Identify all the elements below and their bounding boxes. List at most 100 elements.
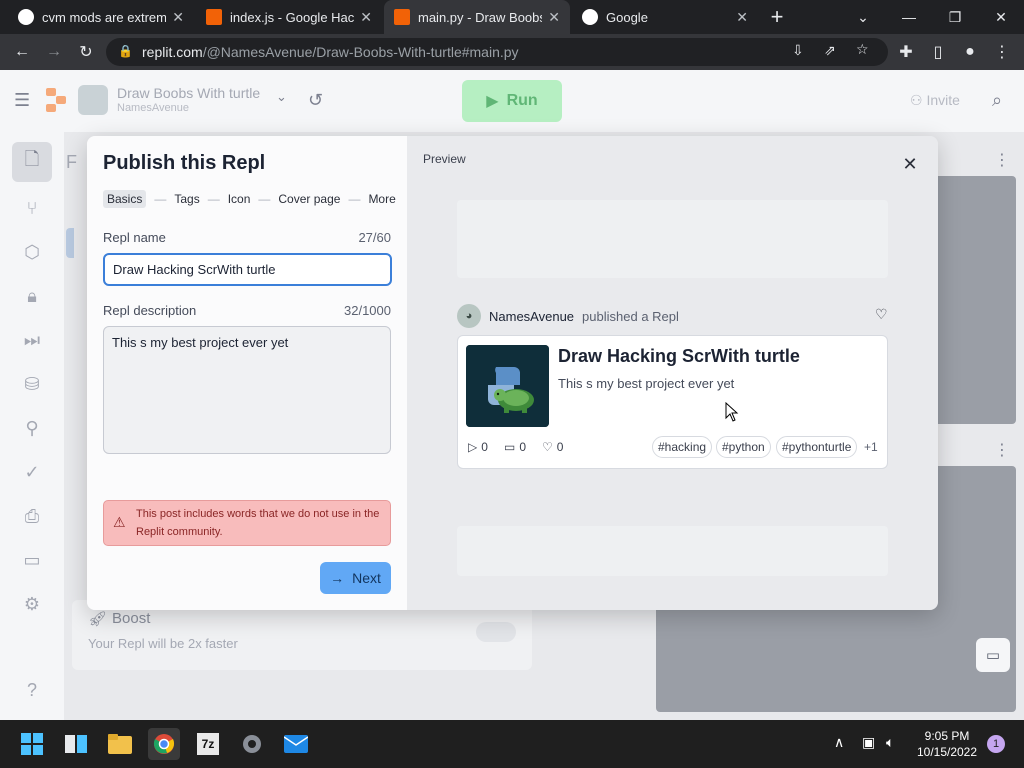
tag-chip[interactable]: #hacking <box>652 436 713 458</box>
7zip-icon[interactable]: 7z <box>192 728 224 760</box>
debugger-icon[interactable]: ⏭ <box>20 328 44 352</box>
side-panel-icon[interactable]: ▯ <box>926 40 950 64</box>
step-icon[interactable]: Icon <box>228 192 251 206</box>
next-label: Next <box>352 570 381 586</box>
settings-app-icon[interactable] <box>236 728 268 760</box>
repl-preview-card: Draw Hacking ScrWith turtle This s my be… <box>457 335 888 469</box>
packages-cube-icon[interactable]: ⬡ <box>20 240 44 264</box>
card-title: Draw Hacking ScrWith turtle <box>558 346 800 366</box>
warning-triangle-icon: ⚠ <box>113 514 126 530</box>
system-clock[interactable]: 9:05 PM 10/15/2022 <box>912 728 982 760</box>
step-cover-page[interactable]: Cover page <box>278 192 340 206</box>
close-tab-icon[interactable]: ✕ <box>360 9 372 26</box>
play-icon: ▷ <box>468 440 478 454</box>
tab-title: cvm mods are extreme <box>42 9 167 25</box>
files-icon[interactable]: 🗋 <box>20 149 44 174</box>
heart-icon[interactable]: ♡ <box>875 306 888 323</box>
close-tab-icon[interactable]: ✕ <box>736 9 748 26</box>
chevron-up-icon[interactable]: ∧ <box>834 734 844 751</box>
back-icon[interactable]: ← <box>10 40 34 64</box>
user-icon[interactable]: ⚲ <box>20 416 44 440</box>
git-icon[interactable]: ⑂ <box>20 196 44 220</box>
selected-file-indicator <box>66 228 74 258</box>
chat-icon[interactable]: ▭ <box>20 548 44 572</box>
browser-tab-3-active[interactable]: main.py - Draw Boobs ✕ <box>384 0 570 34</box>
close-tab-icon[interactable]: ✕ <box>172 9 184 26</box>
browser-tab-4[interactable]: Google ✕ <box>572 0 758 34</box>
invite-button[interactable]: ⚇ Invite <box>910 92 960 109</box>
bookmark-star-icon[interactable]: ☆ <box>856 41 869 58</box>
tag-chip[interactable]: #python <box>716 436 771 458</box>
install-app-icon[interactable]: ⇩ <box>792 42 804 59</box>
content-warning-banner: ⚠ This post includes words that we do no… <box>103 500 391 546</box>
close-icon[interactable]: ✕ <box>900 154 920 174</box>
windows-start-icon[interactable] <box>16 728 48 760</box>
help-icon[interactable]: ? <box>20 678 44 702</box>
extensions-puzzle-icon[interactable]: ✚ <box>894 40 918 64</box>
file-explorer-icon[interactable] <box>104 728 136 760</box>
new-tab-icon[interactable]: + <box>760 0 794 34</box>
tag-chip[interactable]: #pythonturtle <box>776 436 858 458</box>
mail-app-icon[interactable] <box>280 728 312 760</box>
hamburger-menu-icon[interactable]: ☰ <box>14 90 30 111</box>
close-tab-icon[interactable]: ✕ <box>548 9 560 26</box>
network-icon[interactable]: ▣ <box>862 734 875 751</box>
profile-avatar-icon[interactable]: ● <box>958 40 982 64</box>
address-bar[interactable]: 🔒 replit.com/@NamesAvenue/Draw-Boobs-Wit… <box>106 38 888 66</box>
tab-search-chevron-icon[interactable]: ⌄ <box>840 0 886 34</box>
browser-tab-1[interactable]: cvm mods are extreme ✕ <box>8 0 194 34</box>
repl-name-input[interactable]: Draw Hacking ScrWith turtle <box>103 253 392 286</box>
boost-title: Boost <box>112 610 151 627</box>
search-icon[interactable]: ⌕ <box>992 90 1002 111</box>
forward-icon[interactable]: → <box>42 40 66 64</box>
chrome-taskbar-icon[interactable] <box>148 728 180 760</box>
repl-name-label: Repl name <box>103 230 166 245</box>
step-basics[interactable]: Basics <box>103 190 147 208</box>
repl-description-textarea[interactable]: This s my best project ever yet <box>103 326 391 454</box>
next-button[interactable]: → Next <box>320 562 391 594</box>
repl-name[interactable]: Draw Boobs With turtle <box>117 85 260 101</box>
secrets-lock-icon[interactable]: 🔒︎ <box>20 284 44 308</box>
step-tags[interactable]: Tags <box>174 192 199 206</box>
close-window-icon[interactable]: ✕ <box>978 0 1024 34</box>
chrome-menu-icon[interactable]: ⋮ <box>990 40 1014 64</box>
history-icon[interactable]: ↺ <box>308 90 323 111</box>
runs-stat: ▷ 0 <box>468 440 488 454</box>
runs-count: 0 <box>481 440 488 454</box>
chevron-down-icon[interactable]: ⌄ <box>276 89 287 105</box>
repl-icon[interactable] <box>78 85 108 115</box>
tab-title: main.py - Draw Boobs <box>418 9 543 25</box>
share-icon[interactable]: ⇗ <box>824 42 836 59</box>
replit-favicon-icon <box>206 9 222 25</box>
notification-badge[interactable]: 1 <box>987 735 1005 753</box>
inbox-icon[interactable]: ⎙ <box>20 504 44 528</box>
repl-description-label: Repl description <box>103 303 197 318</box>
published-text: published a Repl <box>582 308 679 324</box>
comment-icon: ▭ <box>504 440 516 454</box>
more-options-icon[interactable]: ⋮ <box>994 150 1010 170</box>
task-view-icon[interactable] <box>60 728 92 760</box>
settings-gear-icon[interactable]: ⚙ <box>20 592 44 616</box>
more-tags-count: +1 <box>864 440 878 454</box>
reload-icon[interactable]: ↻ <box>74 40 98 64</box>
clock-time: 9:05 PM <box>924 729 970 743</box>
database-icon[interactable]: ⛁ <box>20 372 44 396</box>
publish-form-pane: Publish this Repl Basics — Tags — Icon —… <box>87 136 407 610</box>
feedback-chat-icon[interactable]: ▭ <box>976 638 1010 672</box>
arrow-right-icon: → <box>330 570 345 586</box>
repl-owner[interactable]: NamesAvenue <box>117 102 189 114</box>
publisher-name: NamesAvenue <box>489 308 575 324</box>
maximize-icon[interactable]: ❐ <box>932 0 978 34</box>
volume-icon[interactable]: 🔈︎ <box>886 734 894 751</box>
boost-panel: 🚀︎ Boost Your Repl will be 2x faster <box>72 600 532 670</box>
run-button[interactable]: ▶ Run <box>462 80 562 122</box>
check-icon[interactable]: ✓ <box>20 460 44 484</box>
replit-logo-icon[interactable] <box>46 88 68 112</box>
lock-icon: 🔒 <box>118 44 133 58</box>
browser-tab-2[interactable]: index.js - Google Hacki ✕ <box>196 0 382 34</box>
minimize-icon[interactable]: — <box>886 0 932 34</box>
more-options-icon[interactable]: ⋮ <box>994 440 1010 460</box>
url-path: /@NamesAvenue/Draw-Boobs-With-turtle#mai… <box>202 44 519 60</box>
step-more[interactable]: More <box>368 192 395 206</box>
boost-toggle[interactable] <box>476 622 516 642</box>
